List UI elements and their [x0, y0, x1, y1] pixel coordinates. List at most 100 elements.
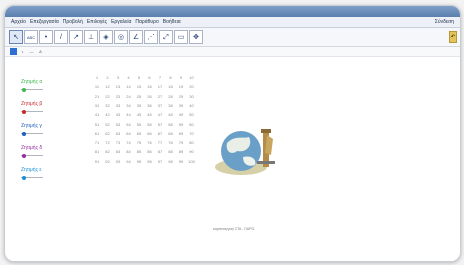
slider-label: Ζητιμής β — [21, 101, 43, 107]
grid-number: 28 — [168, 93, 173, 99]
line-style-icon[interactable]: — — [28, 48, 35, 55]
move-view-icon[interactable]: ✥ — [189, 30, 203, 44]
grid-number: 54 — [126, 121, 131, 127]
grid-number: 61 — [94, 130, 100, 136]
grid-number: 21 — [94, 93, 100, 99]
reflect-icon[interactable]: ⋰ — [144, 30, 158, 44]
grid-number: 57 — [157, 121, 163, 127]
grid-number: 18 — [168, 84, 173, 90]
grid-number: 68 — [168, 130, 173, 136]
grid-number: 33 — [115, 102, 121, 108]
menu-item[interactable]: Παράθυρο — [135, 17, 158, 27]
grid-number: 47 — [157, 112, 163, 118]
grid-number: 34 — [126, 102, 131, 108]
menu-item[interactable]: Επεξεργασία — [30, 17, 59, 27]
grid-number: 15 — [136, 84, 142, 90]
grid-number: 23 — [115, 93, 121, 99]
grid-number: 87 — [157, 149, 163, 155]
grid-number: 2 — [106, 75, 109, 80]
grid-number: 11 — [94, 84, 100, 90]
grid-number: 76 — [147, 140, 152, 146]
grid-number: 95 — [136, 158, 142, 164]
point-icon[interactable]: • — [39, 30, 53, 44]
polygon-icon[interactable]: ◈ — [99, 30, 113, 44]
abc-text-icon[interactable]: ABC — [24, 30, 38, 44]
menu-list: Αρχείο Επεξεργασία Προβολή Επιλογές Εργαλεία… — [11, 17, 185, 27]
grid-number: 6 — [148, 75, 151, 80]
grid-number: 45 — [136, 112, 142, 118]
grid-number: 86 — [147, 149, 152, 155]
slider-handle[interactable] — [22, 109, 26, 114]
grid-number: 75 — [136, 140, 142, 146]
grid-number: 7 — [158, 75, 162, 80]
graphics-view[interactable]: Ζητιμής α Ζητιμής β Ζητιμής γ Ζητιμής δ Ζητι… — [5, 57, 460, 261]
grid-number: 27 — [157, 93, 163, 99]
grid-number: 37 — [157, 102, 163, 108]
slider-handle[interactable] — [22, 131, 26, 136]
grid-number: 41 — [94, 112, 100, 118]
slider-handle[interactable] — [22, 175, 26, 180]
color-swatch-icon[interactable]: ■ — [10, 48, 17, 55]
grid-number: 22 — [105, 93, 110, 99]
menu-item[interactable]: Επιλογές — [87, 17, 107, 27]
slider-label: Ζητιμής δ — [21, 145, 43, 151]
menu-bar: Αρχείο Επεξεργασία Προβολή Επιλογές Εργαλεία… — [5, 17, 460, 28]
grid-number: 84 — [126, 149, 131, 155]
transform-icon[interactable]: ⤢ — [159, 30, 173, 44]
grid-number: 66 — [147, 130, 152, 136]
slider-handle[interactable] — [22, 153, 26, 158]
grid-number: 29 — [178, 93, 184, 99]
menu-item[interactable]: Προβολή — [63, 17, 83, 27]
ray-icon[interactable]: ↗ — [69, 30, 83, 44]
circle-icon[interactable]: ◎ — [114, 30, 128, 44]
grid-number: 44 — [126, 112, 131, 118]
grid-number: 53 — [115, 121, 121, 127]
slider-label: Ζητιμής γ — [21, 123, 42, 129]
menu-item[interactable]: Βοήθεια — [163, 17, 181, 27]
grid-number: 72 — [105, 140, 110, 146]
grid-number: 40 — [189, 102, 194, 108]
illustration-caption: καρπεταγγαςί ΣΤΑ - ΠΑΡΙΣ — [213, 227, 255, 231]
label-style-icon[interactable]: A — [37, 48, 44, 55]
grid-number: 13 — [115, 84, 121, 90]
grid-number: 79 — [178, 140, 184, 146]
grid-number: 70 — [189, 130, 194, 136]
slider-handle[interactable] — [22, 87, 26, 92]
grid-number: 4 — [127, 75, 130, 80]
grid-number: 55 — [136, 121, 142, 127]
grid-number: 96 — [147, 158, 152, 164]
grid-number: 35 — [136, 102, 142, 108]
undo-redo-icon[interactable]: ↶ — [449, 31, 457, 43]
grid-number: 80 — [189, 140, 194, 146]
grid-number: 17 — [157, 84, 163, 90]
grid-number: 52 — [105, 121, 110, 127]
grid-number: 39 — [178, 102, 184, 108]
grid-number: 93 — [115, 158, 121, 164]
signin-link[interactable]: Σύνδεση — [435, 17, 454, 27]
move-arrow-icon[interactable]: ↖ — [9, 30, 23, 44]
grid-number: 77 — [157, 140, 163, 146]
grid-number: 60 — [189, 121, 194, 127]
menu-item[interactable]: Εργαλεία — [111, 17, 131, 27]
grid-number: 94 — [126, 158, 131, 164]
angle-icon[interactable]: ∠ — [129, 30, 143, 44]
grid-number: 31 — [94, 102, 100, 108]
grid-number: 14 — [126, 84, 131, 90]
grid-number: 36 — [147, 102, 152, 108]
grid-number: 90 — [189, 149, 194, 155]
style-bar: ■ • — A — [5, 47, 460, 57]
line-icon[interactable]: / — [54, 30, 68, 44]
grid-number: 91 — [94, 158, 100, 164]
slider-label: Ζητιμής ε — [21, 167, 42, 173]
grid-number: 24 — [126, 93, 131, 99]
grid-number: 12 — [105, 84, 110, 90]
perpendicular-icon[interactable]: ⊥ — [84, 30, 98, 44]
grid-number: 26 — [147, 93, 152, 99]
grid-number: 46 — [147, 112, 152, 118]
slider-icon[interactable]: ▭ — [174, 30, 188, 44]
grid-number: 25 — [136, 93, 142, 99]
menu-item[interactable]: Αρχείο — [11, 17, 26, 27]
title-bar — [5, 6, 460, 17]
point-style-icon[interactable]: • — [19, 48, 26, 55]
grid-number: 48 — [168, 112, 173, 118]
